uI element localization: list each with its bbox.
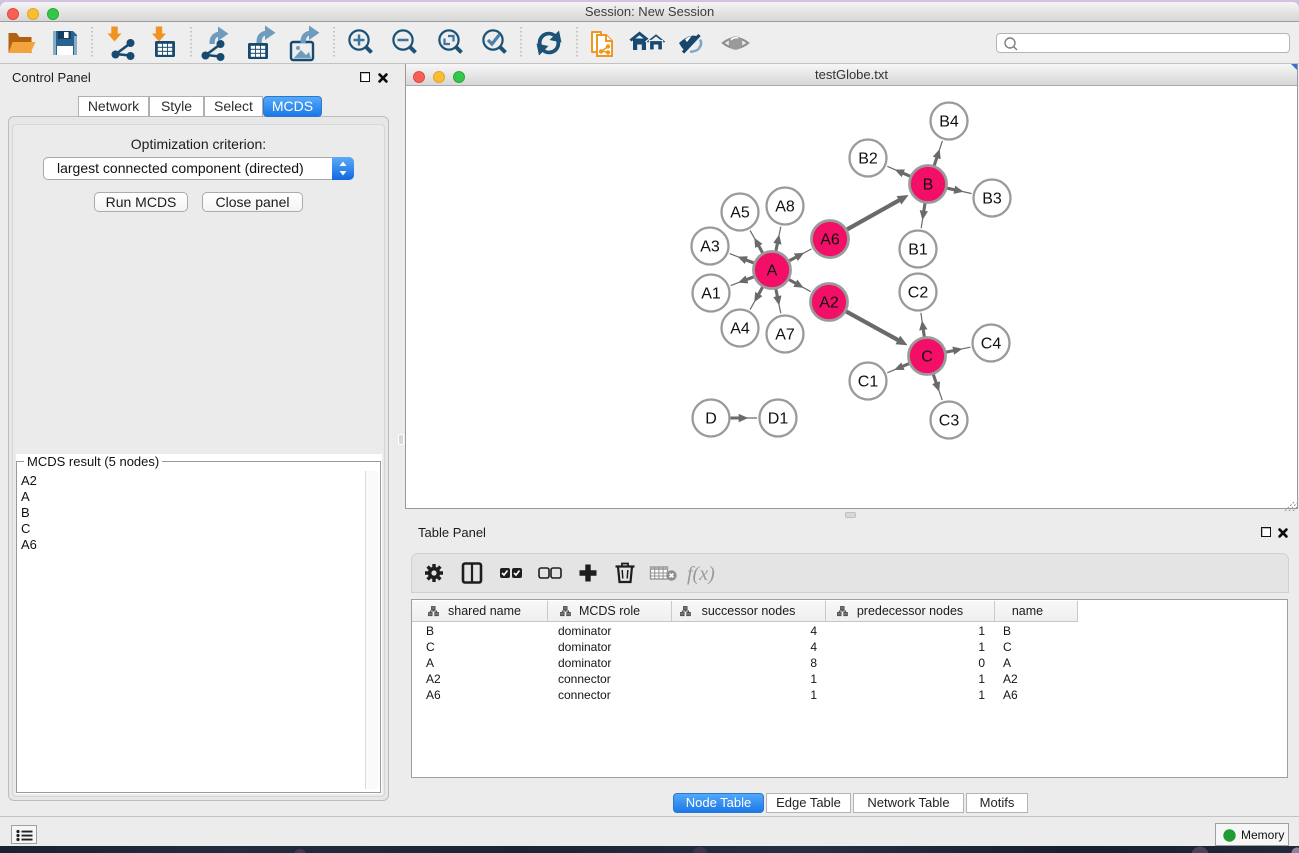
- svg-text:C4: C4: [981, 336, 1002, 353]
- svg-text:A1: A1: [701, 286, 721, 303]
- svg-text:B1: B1: [908, 242, 928, 259]
- svg-text:B4: B4: [939, 114, 959, 131]
- svg-text:C2: C2: [908, 285, 929, 302]
- svg-text:D1: D1: [768, 411, 789, 428]
- svg-text:f(x): f(x): [687, 563, 715, 585]
- svg-text:C3: C3: [939, 413, 960, 430]
- svg-text:A5: A5: [730, 205, 750, 222]
- svg-text:A8: A8: [775, 199, 795, 216]
- svg-text:C: C: [921, 349, 933, 366]
- svg-text:B3: B3: [982, 191, 1002, 208]
- svg-text:B: B: [923, 177, 934, 194]
- svg-text:A2: A2: [819, 295, 839, 312]
- svg-text:A4: A4: [730, 321, 750, 338]
- svg-text:A6: A6: [820, 232, 840, 249]
- svg-text:B2: B2: [858, 151, 878, 168]
- svg-text:A7: A7: [775, 327, 795, 344]
- svg-text:D: D: [705, 411, 717, 428]
- svg-text:A3: A3: [700, 239, 720, 256]
- svg-text:A: A: [767, 263, 778, 280]
- svg-text:C1: C1: [858, 374, 879, 391]
